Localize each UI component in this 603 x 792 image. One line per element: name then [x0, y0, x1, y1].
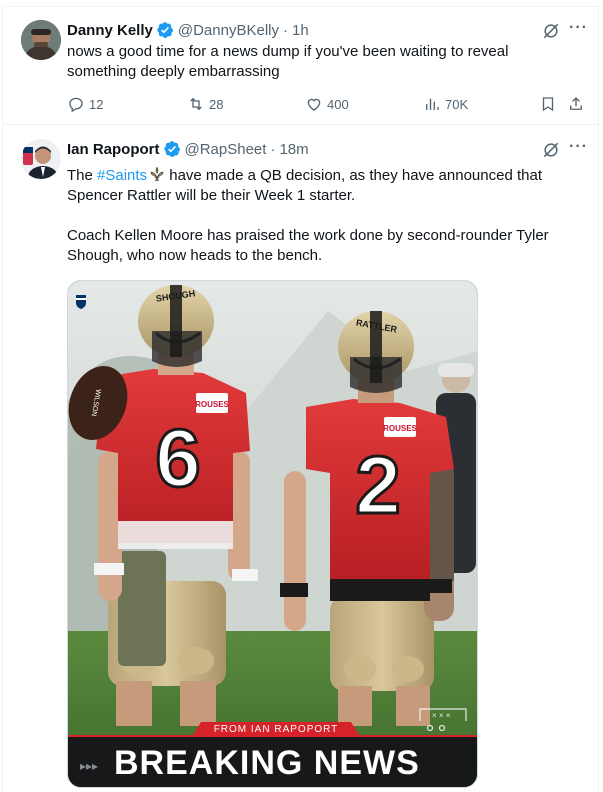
- fleur-de-lis-icon: [150, 166, 164, 181]
- tweet-text: The #Saints have made a QB decision, as …: [67, 166, 577, 206]
- reply-button[interactable]: 12: [67, 94, 103, 114]
- grok-icon[interactable]: [541, 21, 561, 41]
- avatar-image: [21, 20, 61, 60]
- ticker-headline: BREAKING NEWS: [114, 744, 420, 782]
- repost-icon: [190, 97, 202, 111]
- bookmark-button[interactable]: [539, 94, 557, 114]
- hashtag-link[interactable]: #Saints: [97, 167, 147, 184]
- views-button[interactable]: 70K: [423, 94, 468, 114]
- timestamp[interactable]: 18m: [279, 141, 308, 158]
- more-options-icon[interactable]: ···: [569, 19, 588, 37]
- reply-count: 12: [89, 96, 104, 112]
- tweet-media-image[interactable]: 6 ROUSES SHOUGH WILSON 2 ROUSES RATTLER …: [67, 280, 478, 788]
- repost-button[interactable]: 28: [187, 94, 223, 114]
- timeline: Danny Kelly @DannyBKelly · 1h ··· nows a…: [2, 6, 599, 792]
- author-handle[interactable]: @DannyBKelly: [178, 22, 279, 39]
- tweet-text-start: The: [67, 167, 98, 184]
- avatar[interactable]: [21, 139, 61, 179]
- verified-badge-icon[interactable]: [156, 21, 174, 39]
- author-name[interactable]: Danny Kelly: [67, 22, 153, 39]
- media-photo: 6 ROUSES SHOUGH WILSON 2 ROUSES RATTLER …: [68, 281, 477, 787]
- bookmark-icon: [542, 97, 554, 112]
- share-button[interactable]: [567, 94, 585, 114]
- share-icon: [570, 97, 582, 110]
- tweet-actions: 12 28 400 70K: [67, 94, 587, 114]
- avatar-image: [21, 139, 61, 179]
- timestamp[interactable]: 1h: [292, 22, 309, 39]
- repost-count: 28: [209, 96, 224, 112]
- jersey-number-right: 2: [355, 440, 401, 531]
- tweet-header: Danny Kelly @DannyBKelly · 1h: [67, 20, 309, 40]
- like-count: 400: [327, 96, 349, 112]
- more-options-icon[interactable]: ···: [569, 138, 588, 156]
- svg-text:× × ×: × × ×: [432, 711, 451, 720]
- like-button[interactable]: 400: [305, 94, 349, 114]
- view-count: 70K: [445, 96, 469, 112]
- verified-badge-icon[interactable]: [163, 140, 181, 158]
- separator-dot: ·: [282, 21, 288, 39]
- tweet-header: Ian Rapoport @RapSheet · 18m: [67, 139, 309, 159]
- avatar[interactable]: [21, 20, 61, 60]
- author-handle[interactable]: @RapSheet: [185, 141, 267, 158]
- heart-icon: [307, 98, 321, 111]
- tweet[interactable]: Danny Kelly @DannyBKelly · 1h ··· nows a…: [3, 7, 598, 125]
- tweet-text: nows a good time for a news dump if you'…: [67, 43, 509, 80]
- tweet[interactable]: Ian Rapoport @RapSheet · 18m ··· The #Sa…: [3, 126, 598, 792]
- grok-icon[interactable]: [541, 140, 561, 160]
- breaking-news-graphic: FROM IAN RAPOPORT ▸▸▸ BREAKING NEWS: [68, 722, 477, 787]
- breaking-news-banner: FROM IAN RAPOPORT ▸▸▸ BREAKING NEWS: [68, 722, 477, 787]
- ticker-arrows: ▸▸▸: [80, 759, 98, 773]
- tweet-text-paragraph-2: Coach Kellen Moore has praised the work …: [67, 227, 549, 264]
- reply-icon: [69, 97, 83, 113]
- separator-dot: ·: [270, 140, 276, 158]
- sponsor-patch-right: ROUSES: [383, 424, 417, 433]
- author-name[interactable]: Ian Rapoport: [67, 141, 160, 158]
- sponsor-patch-left: ROUSES: [195, 400, 229, 409]
- jersey-number-left: 6: [155, 413, 201, 504]
- ticker-source: FROM IAN RAPOPORT: [214, 724, 339, 735]
- views-icon: [426, 98, 439, 110]
